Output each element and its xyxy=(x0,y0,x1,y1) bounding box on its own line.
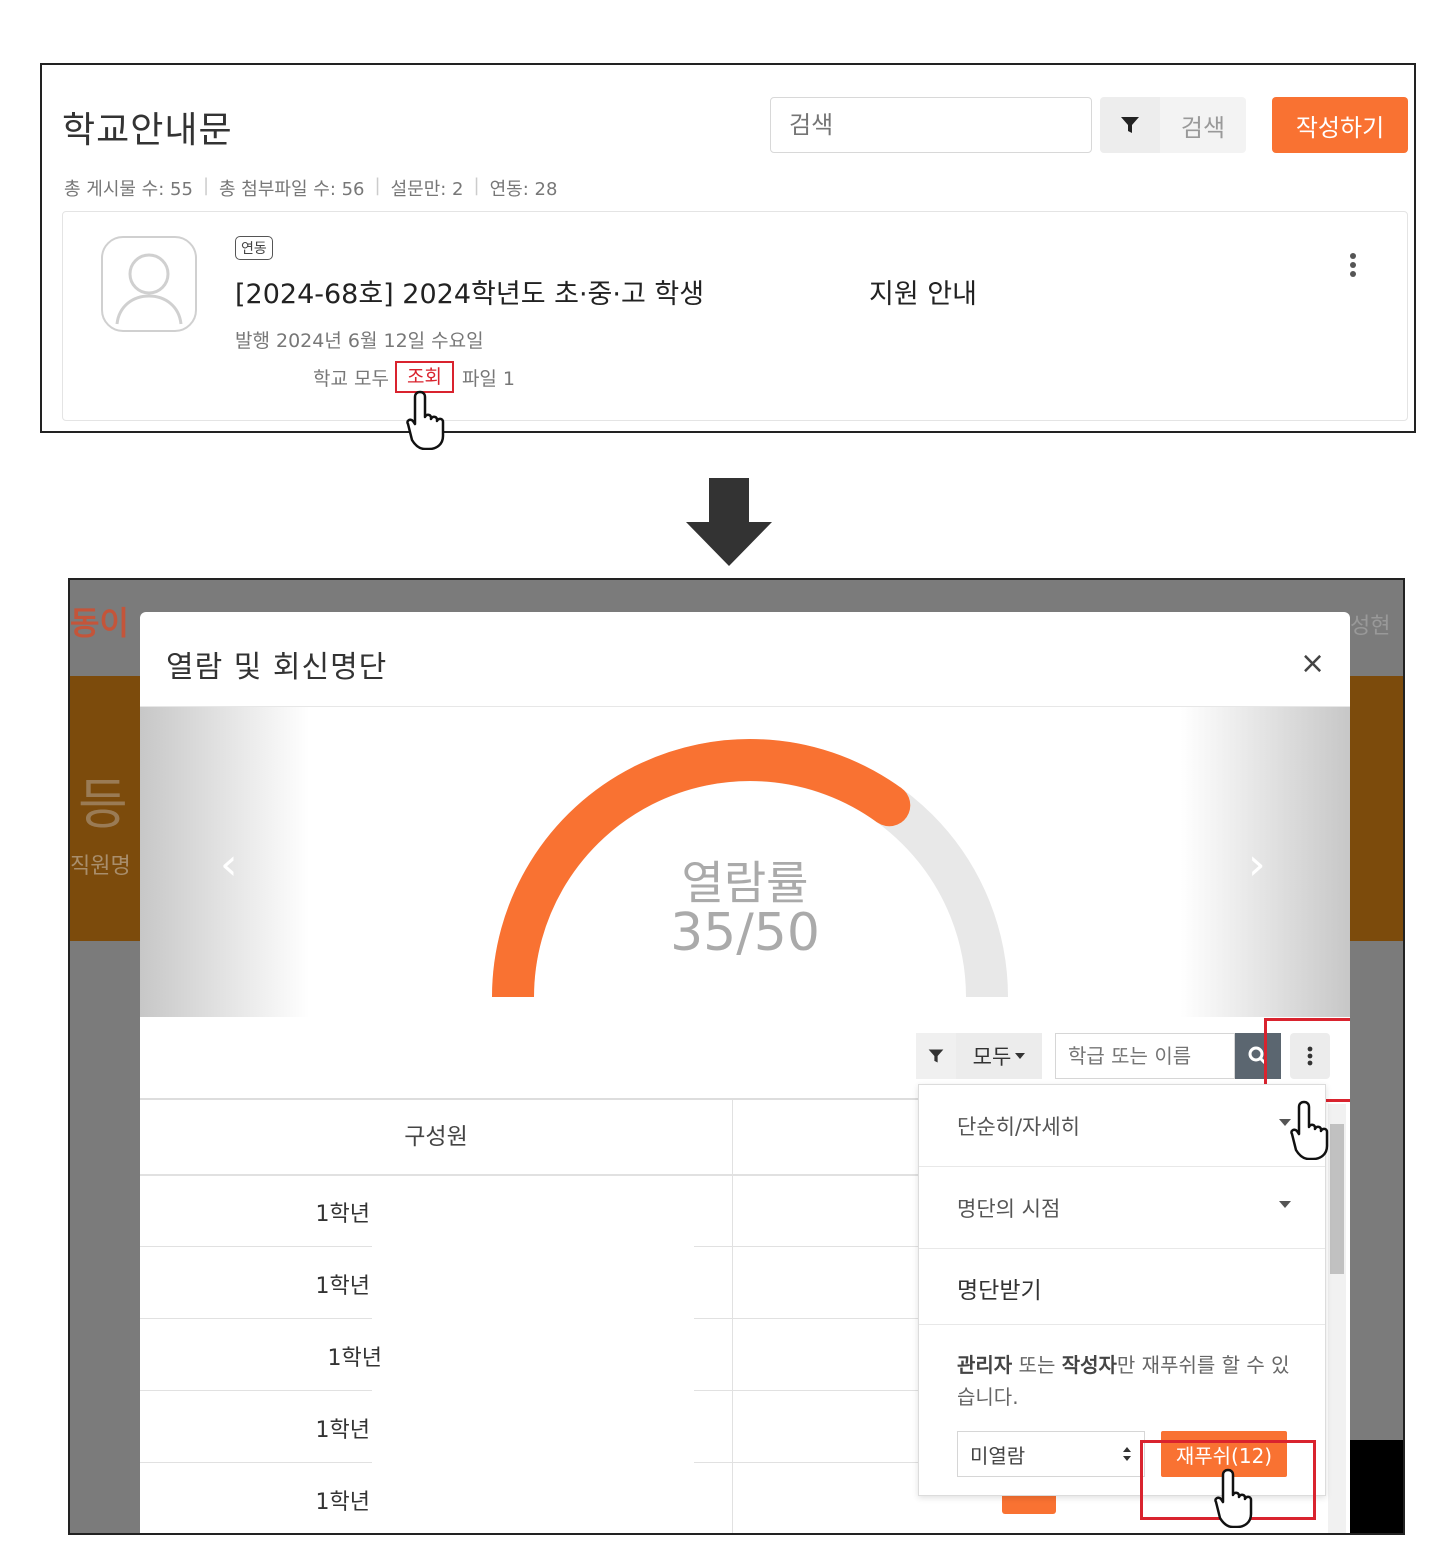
notice-admin: 관리자 xyxy=(957,1353,1013,1377)
more-vertical-icon[interactable] xyxy=(1345,252,1361,278)
menu-item-label: 명단의 시점 xyxy=(957,1197,1061,1221)
row-divider xyxy=(140,1462,372,1463)
table-row: 1학년 xyxy=(315,1418,370,1443)
background-sub-text: 직원명 xyxy=(70,854,131,879)
background-logo-text: 동이 xyxy=(70,604,129,642)
row-divider xyxy=(140,1390,372,1391)
menu-item-download-list[interactable]: 명단받기 xyxy=(919,1249,1325,1325)
avatar xyxy=(101,236,197,332)
hand-cursor-icon xyxy=(406,390,445,450)
row-divider xyxy=(694,1462,920,1463)
post-audience: 학교 모두 xyxy=(313,367,389,390)
divider xyxy=(140,1174,920,1176)
board-stats: 총 게시물 수: 55 | 총 첨부파일 수: 56 | 설문만: 2 | 연동: 2… xyxy=(64,175,558,200)
table-row: 1학년 xyxy=(315,1274,370,1299)
chevron-right-icon[interactable]: › xyxy=(1248,839,1266,890)
post-title-tail[interactable]: 지원 안내 xyxy=(869,272,977,311)
background-user-text: 성현 xyxy=(1350,614,1391,639)
modal-title: 열람 및 회신명단 xyxy=(166,650,388,685)
scrollbar[interactable] xyxy=(1328,1104,1346,1533)
modal-screenshot: 동이 등 직원명 성현 열람 및 회신명단 × 열람률 35/50 ‹ › 모두 xyxy=(68,578,1405,1535)
row-divider xyxy=(140,1246,372,1247)
member-filter-select[interactable]: 모두 xyxy=(956,1033,1042,1079)
table-row: 1학년 xyxy=(315,1202,370,1227)
close-icon[interactable]: × xyxy=(1300,646,1325,681)
row-divider xyxy=(694,1318,920,1319)
arrow-down-icon xyxy=(686,478,772,566)
reading-list-modal: 열람 및 회신명단 × 열람률 35/50 ‹ › 모두 학급 또는 이름 구성… xyxy=(140,612,1350,1533)
caret-down-icon xyxy=(1279,1201,1291,1208)
menu-item-list-time[interactable]: 명단의 시점 xyxy=(919,1167,1325,1249)
stat-total-posts: 총 게시물 수: 55 xyxy=(64,179,193,200)
post-files: 파일 1 xyxy=(461,367,516,390)
table-row: 1학년 xyxy=(315,1490,370,1515)
chevron-left-icon[interactable]: ‹ xyxy=(220,839,238,890)
background-big-text: 등 xyxy=(78,773,128,836)
caret-down-icon xyxy=(1015,1053,1026,1059)
board-panel: 학교안내문 검색 작성하기 총 게시물 수: 55| 총 첨부파일 수: 56|… xyxy=(40,63,1416,433)
menu-item-label: 명단받기 xyxy=(957,1278,1042,1304)
menu-item-label: 단순히/자세히 xyxy=(957,1115,1080,1139)
filter-icon xyxy=(1121,117,1139,133)
user-icon xyxy=(115,253,183,325)
hand-cursor-icon xyxy=(1290,1100,1329,1160)
row-divider xyxy=(694,1390,920,1391)
filter-icon xyxy=(928,1049,944,1063)
gauge-fill-cap xyxy=(868,784,911,827)
board-search-input[interactable] xyxy=(770,97,1092,153)
background-dark-block xyxy=(1350,1440,1403,1533)
member-search-input[interactable] xyxy=(1055,1033,1235,1079)
member-filter-value: 모두 xyxy=(972,1045,1012,1069)
gauge-value: 35/50 xyxy=(670,903,820,963)
post-date: 발행 2024년 6월 12일 수요일 xyxy=(235,330,484,352)
table-row: 1학년 xyxy=(327,1346,382,1371)
notice-author: 작성자 xyxy=(1061,1353,1117,1377)
status-select-value: 미열람 xyxy=(970,1443,1026,1468)
member-filter-button[interactable] xyxy=(916,1033,956,1079)
stat-linked: 연동: 28 xyxy=(489,179,558,200)
status-select[interactable]: 미열람 xyxy=(957,1431,1145,1477)
repush-notice: 관리자 또는 작성자만 재푸쉬를 할 수 있습니다. xyxy=(957,1353,1290,1409)
search-button[interactable]: 검색 xyxy=(1160,97,1246,153)
menu-item-simple-detail[interactable]: 단순히/자세히 xyxy=(919,1085,1325,1167)
write-button[interactable]: 작성하기 xyxy=(1272,97,1408,153)
column-header-member: 구성원 xyxy=(404,1124,468,1150)
board-title: 학교안내문 xyxy=(62,110,233,151)
linked-tag: 연동 xyxy=(235,236,273,260)
gauge-carousel: 열람률 35/50 ‹ › xyxy=(140,707,1350,1017)
row-divider xyxy=(694,1246,920,1247)
hand-cursor-icon xyxy=(1214,1468,1253,1528)
post-title[interactable]: [2024-68호] 2024학년도 초·중·고 학생 xyxy=(235,272,704,311)
options-dropdown: 단순히/자세히 명단의 시점 명단받기 관리자 또는 작성자만 재푸쉬를 할 수… xyxy=(918,1084,1326,1496)
row-divider xyxy=(140,1318,372,1319)
post-card[interactable]: 연동 [2024-68호] 2024학년도 초·중·고 학생 지원 안내 발행 … xyxy=(62,211,1408,421)
stat-survey-only: 설문만: 2 xyxy=(390,179,464,200)
filter-button[interactable] xyxy=(1100,97,1160,153)
sort-caret-icon xyxy=(1123,1447,1131,1461)
stat-total-files: 총 첨부파일 수: 56 xyxy=(219,179,365,200)
